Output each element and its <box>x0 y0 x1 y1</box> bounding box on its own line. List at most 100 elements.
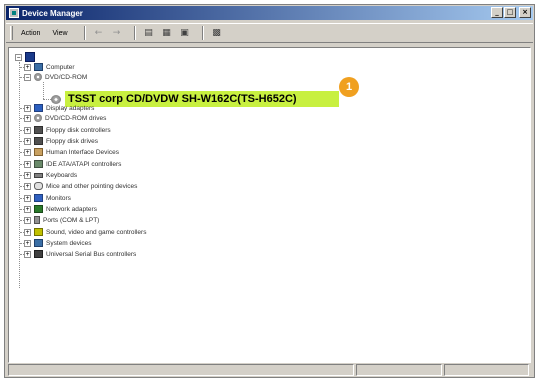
tree-item[interactable]: + System devices <box>20 238 92 248</box>
expand-icon[interactable]: + <box>24 205 31 213</box>
tree-item[interactable]: + Universal Serial Bus controllers <box>20 249 137 259</box>
expand-icon[interactable]: + <box>24 228 31 236</box>
tree-connector <box>20 152 24 153</box>
tree-item[interactable]: + Mice and other pointing devices <box>20 181 138 191</box>
window-title: Device Manager <box>22 8 83 18</box>
tree-item[interactable]: + Network adapters <box>20 204 97 214</box>
tree-item[interactable]: + DVD/CD-ROM drives <box>20 113 107 123</box>
tree-root[interactable]: − <box>15 52 38 62</box>
tree-item-label: Mice and other pointing devices <box>46 182 138 190</box>
tree-item[interactable]: + Human Interface Devices <box>20 147 119 157</box>
status-panel-main <box>8 364 354 376</box>
monitor-icon <box>34 194 43 202</box>
minimize-button[interactable]: _ <box>491 7 503 18</box>
floppy-icon <box>34 137 43 145</box>
collapse-icon[interactable]: − <box>24 73 31 81</box>
expand-icon[interactable]: + <box>24 126 31 134</box>
tree-item[interactable]: − DVD/CD-ROM <box>20 72 87 82</box>
expand-icon[interactable]: + <box>24 239 31 247</box>
tree-item[interactable]: + Monitors <box>20 193 71 203</box>
status-panel-3 <box>443 364 530 376</box>
expand-icon[interactable]: + <box>24 216 31 224</box>
toolbar-separator <box>83 26 86 40</box>
device-manager-window: Device Manager _ □ × Action View ← → ▤ ▦… <box>4 4 535 378</box>
expand-icon[interactable]: + <box>24 63 31 71</box>
tree-item-label: Display adapters <box>46 104 95 112</box>
ide-icon <box>34 160 43 168</box>
tree-item-label: Human Interface Devices <box>46 148 119 156</box>
title-bar[interactable]: Device Manager _ □ × <box>6 6 533 20</box>
tree-item-label: IDE ATA/ATAPI controllers <box>46 160 122 168</box>
tree-connector <box>20 141 24 142</box>
display-icon <box>34 104 43 112</box>
tree-item[interactable]: + IDE ATA/ATAPI controllers <box>20 159 122 169</box>
view-icon[interactable]: ▤ <box>142 26 156 40</box>
tree-item[interactable]: + Ports (COM & LPT) <box>20 215 100 225</box>
tree-connector <box>20 175 24 176</box>
tree-connector <box>20 220 24 221</box>
tree-item[interactable]: + Sound, video and game controllers <box>20 227 147 237</box>
hid-icon <box>34 148 43 156</box>
tree-connector <box>43 82 44 99</box>
tree-connector <box>20 130 24 131</box>
toolbar-grip[interactable] <box>10 26 13 40</box>
expand-icon[interactable]: + <box>24 160 31 168</box>
menu-toolbar: Action View ← → ▤ ▦ ▣ ▩ <box>6 23 533 43</box>
menu-action[interactable]: Action <box>19 29 42 38</box>
tree-connector <box>20 254 24 255</box>
port-icon <box>34 216 40 224</box>
scan-icon[interactable]: ▩ <box>210 26 224 40</box>
tree-item-label: Universal Serial Bus controllers <box>46 250 137 258</box>
tree-item-label: DVD/CD-ROM drives <box>45 114 107 122</box>
help-icon[interactable]: ▣ <box>178 26 192 40</box>
device-tree-pane[interactable]: − TSST corp CD/DVDW SH-W162C(TS-H652C) 1… <box>8 47 531 363</box>
tree-item-label: System devices <box>46 239 92 247</box>
tree-item[interactable]: + Floppy disk drives <box>20 136 99 146</box>
tree-item[interactable]: + Floppy disk controllers <box>20 125 111 135</box>
toolbar-separator <box>133 26 136 40</box>
close-button[interactable]: × <box>519 7 531 18</box>
tree-connector <box>20 232 24 233</box>
tree-item-label: Sound, video and game controllers <box>46 228 147 236</box>
status-bar <box>8 364 531 376</box>
device-tree: − TSST corp CD/DVDW SH-W162C(TS-H652C) 1… <box>9 48 530 362</box>
computer-icon <box>34 63 43 71</box>
usb-icon <box>34 250 43 258</box>
sound-icon <box>34 228 43 236</box>
computer-icon <box>25 52 35 62</box>
callout-badge: 1 <box>339 77 359 97</box>
tree-item-label: Keyboards <box>46 171 78 179</box>
expand-icon[interactable]: + <box>24 114 31 122</box>
menu-view[interactable]: View <box>50 29 69 38</box>
tree-item-label: Network adapters <box>46 205 97 213</box>
network-icon <box>34 205 43 213</box>
properties-icon[interactable]: ▦ <box>160 26 174 40</box>
tree-item-label: Monitors <box>46 194 71 202</box>
window-controls: _ □ × <box>491 7 531 18</box>
collapse-icon[interactable]: − <box>15 53 22 61</box>
tree-item-label: Floppy disk drives <box>46 137 99 145</box>
system-icon <box>34 239 43 247</box>
tree-connector <box>20 209 24 210</box>
tree-connector <box>20 164 24 165</box>
expand-icon[interactable]: + <box>24 148 31 156</box>
tree-item[interactable]: + Display adapters <box>20 103 95 113</box>
disc-icon <box>34 73 42 81</box>
tree-item[interactable]: + Keyboards <box>20 170 78 180</box>
tree-item-label: Ports (COM & LPT) <box>43 216 100 224</box>
expand-icon[interactable]: + <box>24 182 31 190</box>
tree-connector <box>20 118 24 119</box>
expand-icon[interactable]: + <box>24 250 31 258</box>
tree-connector <box>20 198 24 199</box>
status-panel-2 <box>355 364 442 376</box>
expand-icon[interactable]: + <box>24 171 31 179</box>
expand-icon[interactable]: + <box>24 137 31 145</box>
expand-icon[interactable]: + <box>24 104 31 112</box>
tree-item[interactable]: + Computer <box>20 62 75 72</box>
expand-icon[interactable]: + <box>24 194 31 202</box>
floppy-icon <box>34 126 43 134</box>
forward-icon[interactable]: → <box>110 26 124 40</box>
back-icon[interactable]: ← <box>92 26 106 40</box>
tree-connector <box>20 186 24 187</box>
maximize-button[interactable]: □ <box>504 7 516 18</box>
